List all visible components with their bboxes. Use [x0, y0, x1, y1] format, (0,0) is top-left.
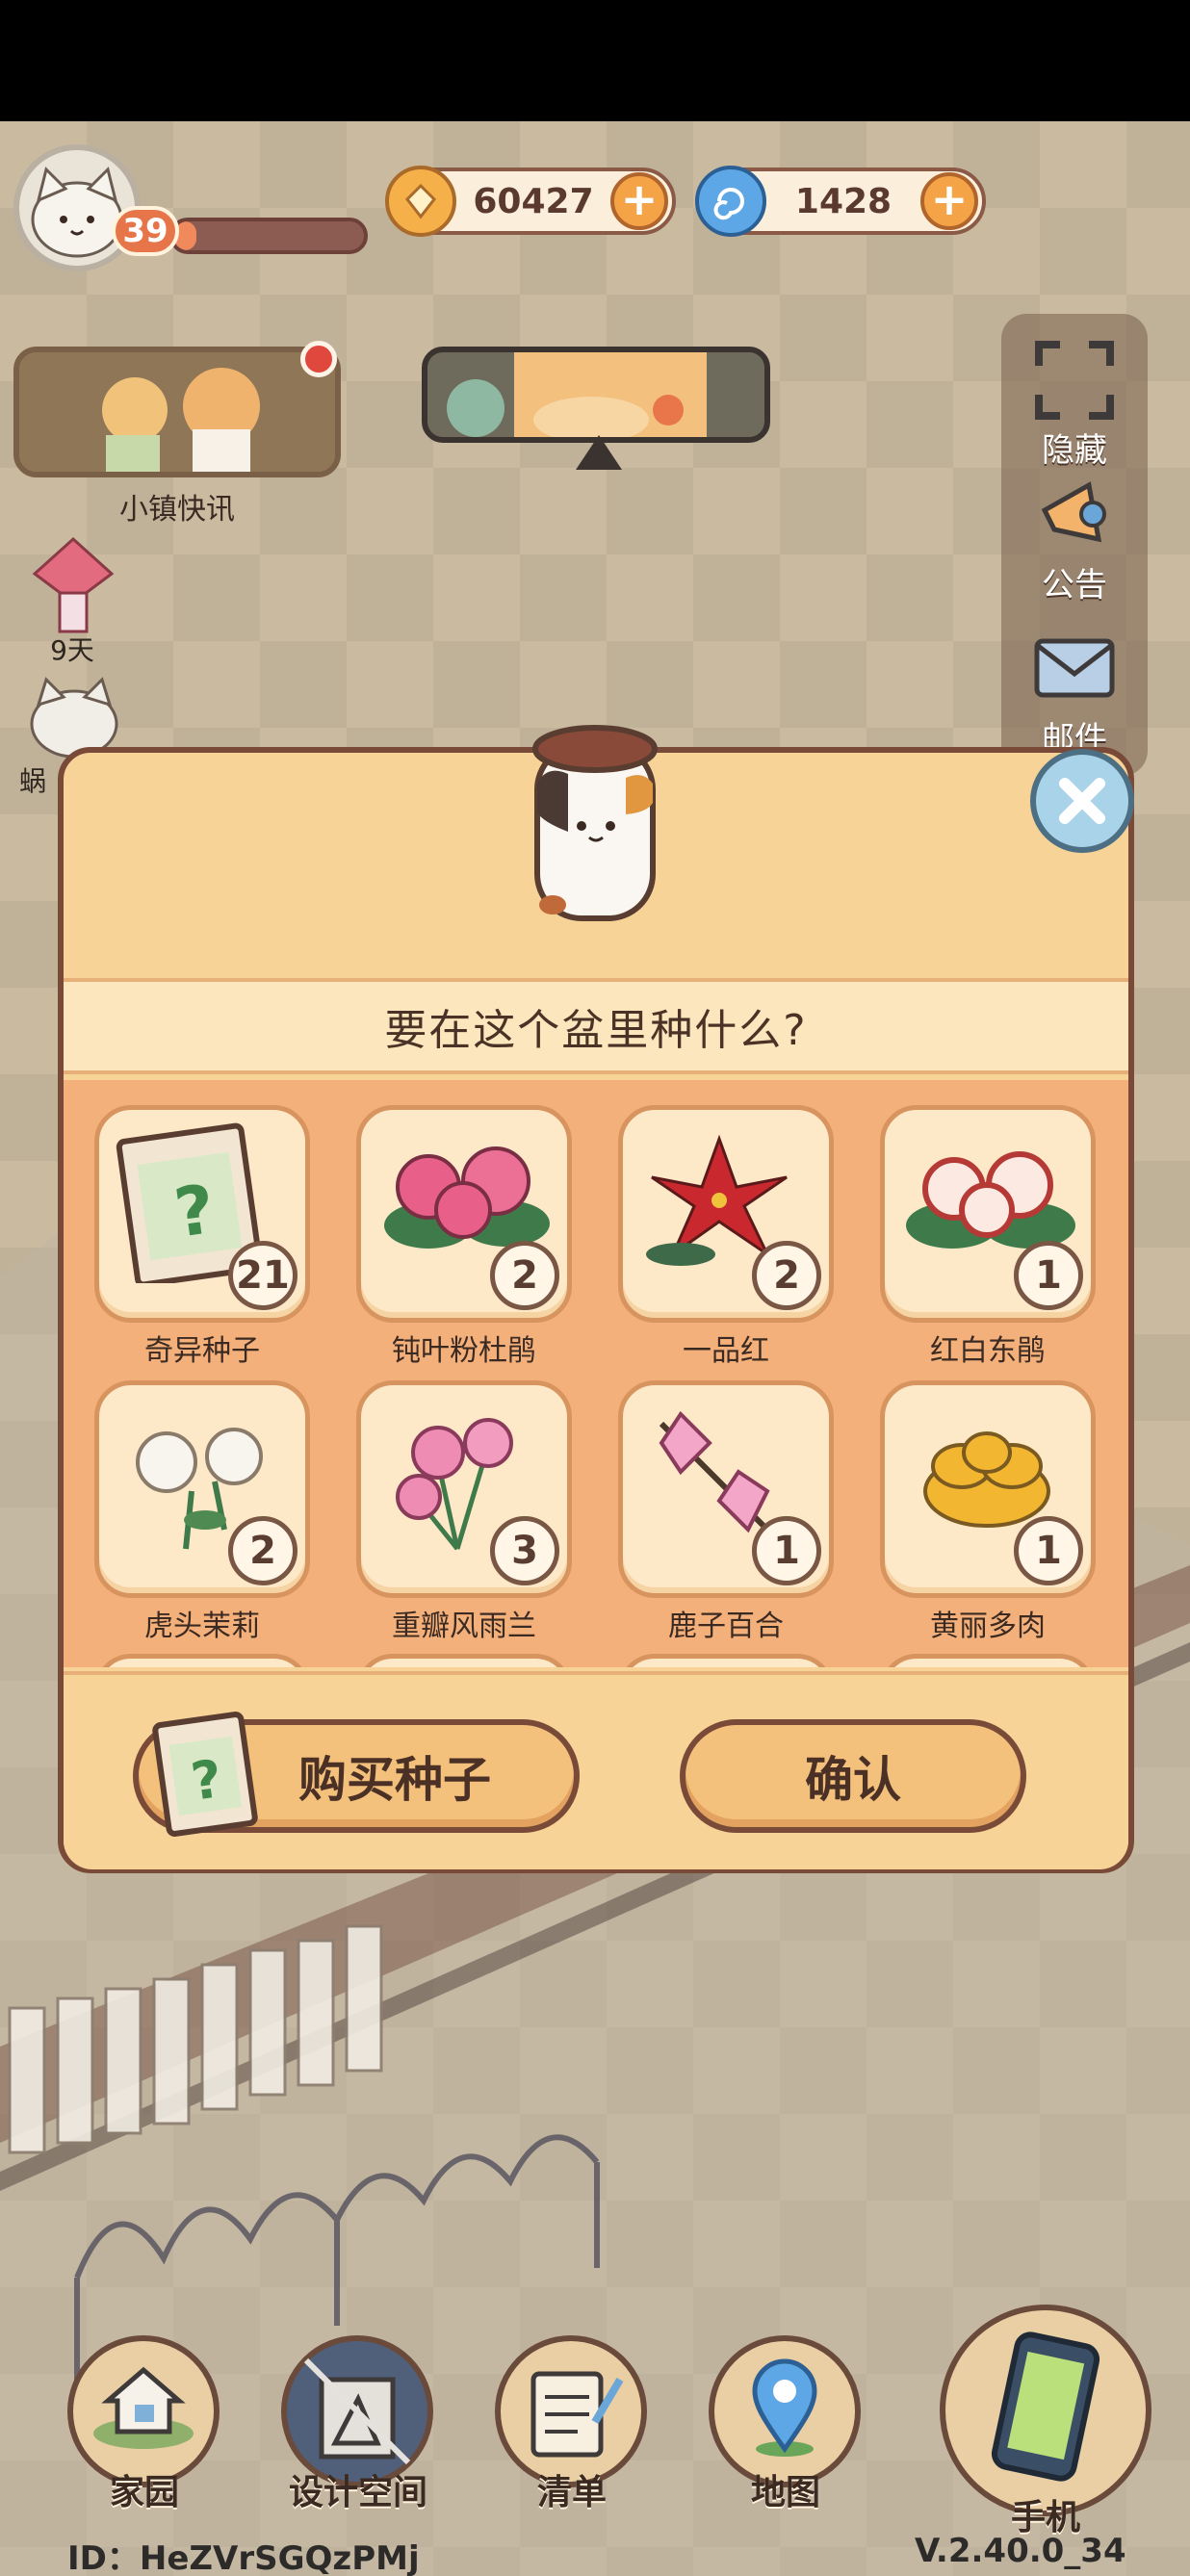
confirm-button[interactable]: 确认 — [680, 1719, 1026, 1833]
add-gems-button[interactable]: + — [920, 172, 978, 230]
weather-panel[interactable] — [422, 347, 770, 443]
megaphone-icon — [1031, 472, 1118, 558]
nav-list-label: 清单 — [536, 2473, 607, 2512]
gem-amount: 1428 — [794, 181, 892, 221]
seed-card[interactable]: 1 — [880, 1380, 1096, 1598]
map-pin-icon — [752, 2358, 817, 2457]
notice-button[interactable]: 公告 — [1001, 472, 1148, 605]
seed-card[interactable]: 3 — [356, 1380, 572, 1598]
event-ribbon-icon[interactable] — [25, 535, 121, 637]
version-label: V.2.40.0_34 — [915, 2532, 1126, 2570]
seed-card[interactable]: 2 — [356, 1105, 572, 1323]
seed-card[interactable]: 2 — [618, 1105, 834, 1323]
sun-cloud-illustration — [427, 352, 764, 437]
dialog-question: 要在这个盆里种什么? — [64, 978, 1128, 1074]
house-icon — [93, 2366, 194, 2449]
nav-phone-button[interactable] — [940, 2305, 1151, 2516]
xp-bar — [169, 218, 368, 254]
item-name: 鹿子百合 — [668, 1610, 784, 1643]
item-name: 黄丽多肉 — [930, 1610, 1046, 1643]
hide-ui-button[interactable]: 隐藏 — [1001, 337, 1148, 471]
hide-label: 隐藏 — [1042, 431, 1107, 470]
design-space-icon — [303, 2357, 411, 2465]
player-avatar[interactable] — [13, 144, 141, 271]
confirm-label: 确认 — [805, 1752, 901, 1808]
item-count: 21 — [228, 1241, 298, 1310]
seed-card[interactable] — [618, 1654, 834, 1667]
snail-label: 蜗 — [18, 765, 46, 797]
news-illustration — [19, 352, 335, 472]
item-name: 奇异种子 — [144, 1334, 260, 1368]
item-name: 虎头茉莉 — [144, 1610, 260, 1643]
seed-card[interactable] — [880, 1654, 1096, 1667]
phone-icon — [991, 2331, 1100, 2482]
nav-map-label: 地图 — [750, 2473, 820, 2512]
coin-icon — [385, 166, 456, 237]
notice-label: 公告 — [1042, 566, 1107, 605]
item-name: 重瓣风雨兰 — [392, 1610, 536, 1643]
item-count: 1 — [1014, 1241, 1083, 1310]
player-id: ID：HeZVrSGQzPMj — [67, 2539, 420, 2576]
scroll-list-icon — [530, 2371, 624, 2458]
nav-home-label: 家园 — [109, 2473, 179, 2512]
close-icon — [1059, 778, 1105, 824]
envelope-icon — [1031, 626, 1118, 712]
notification-dot — [300, 341, 337, 377]
item-name: 红白东鹃 — [930, 1334, 1046, 1368]
seed-card[interactable]: 1 — [880, 1105, 1096, 1323]
item-name: 钝叶粉杜鹃 — [392, 1334, 536, 1368]
seed-card[interactable]: ? 21 — [94, 1105, 310, 1323]
close-button[interactable] — [1030, 749, 1134, 853]
item-count: 1 — [1014, 1516, 1083, 1585]
item-count: 2 — [228, 1516, 298, 1585]
cat-pot-icon — [514, 707, 678, 930]
item-count: 3 — [490, 1516, 559, 1585]
swirl-gem-icon — [695, 166, 766, 237]
weather-toggle-arrow[interactable] — [576, 435, 622, 470]
item-name: 一品红 — [683, 1334, 769, 1368]
coin-amount: 60427 — [473, 181, 594, 221]
item-count: 2 — [752, 1241, 821, 1310]
mail-button[interactable]: 邮件 — [1001, 626, 1148, 760]
nav-design-label: 设计空间 — [288, 2473, 427, 2512]
seed-card[interactable] — [94, 1654, 310, 1667]
seed-grid: ? 21 2 2 1 奇异种子 钝叶粉杜鹃 一品红 红白东鹃 2 3 1 1 虎… — [64, 1080, 1128, 1667]
cat-face-icon — [31, 167, 123, 258]
add-coins-button[interactable]: + — [610, 172, 668, 230]
level-badge: 39 — [112, 206, 179, 256]
item-count: 1 — [752, 1516, 821, 1585]
town-news-banner[interactable] — [13, 347, 341, 477]
buy-seeds-label: 购买种子 — [298, 1752, 491, 1808]
town-news-label: 小镇快讯 — [119, 493, 235, 527]
seed-card[interactable]: 1 — [618, 1380, 834, 1598]
coin-counter[interactable]: 60427 + — [385, 166, 676, 237]
frame-corners-icon — [1031, 337, 1118, 424]
status-bar — [0, 0, 1190, 121]
gem-counter[interactable]: 1428 + — [695, 166, 986, 237]
item-count: 2 — [490, 1241, 559, 1310]
seed-packet-icon: ? — [144, 1706, 270, 1844]
seed-card[interactable]: 2 — [94, 1380, 310, 1598]
event-days-label: 9天 — [50, 634, 94, 666]
seed-card[interactable] — [356, 1654, 572, 1667]
